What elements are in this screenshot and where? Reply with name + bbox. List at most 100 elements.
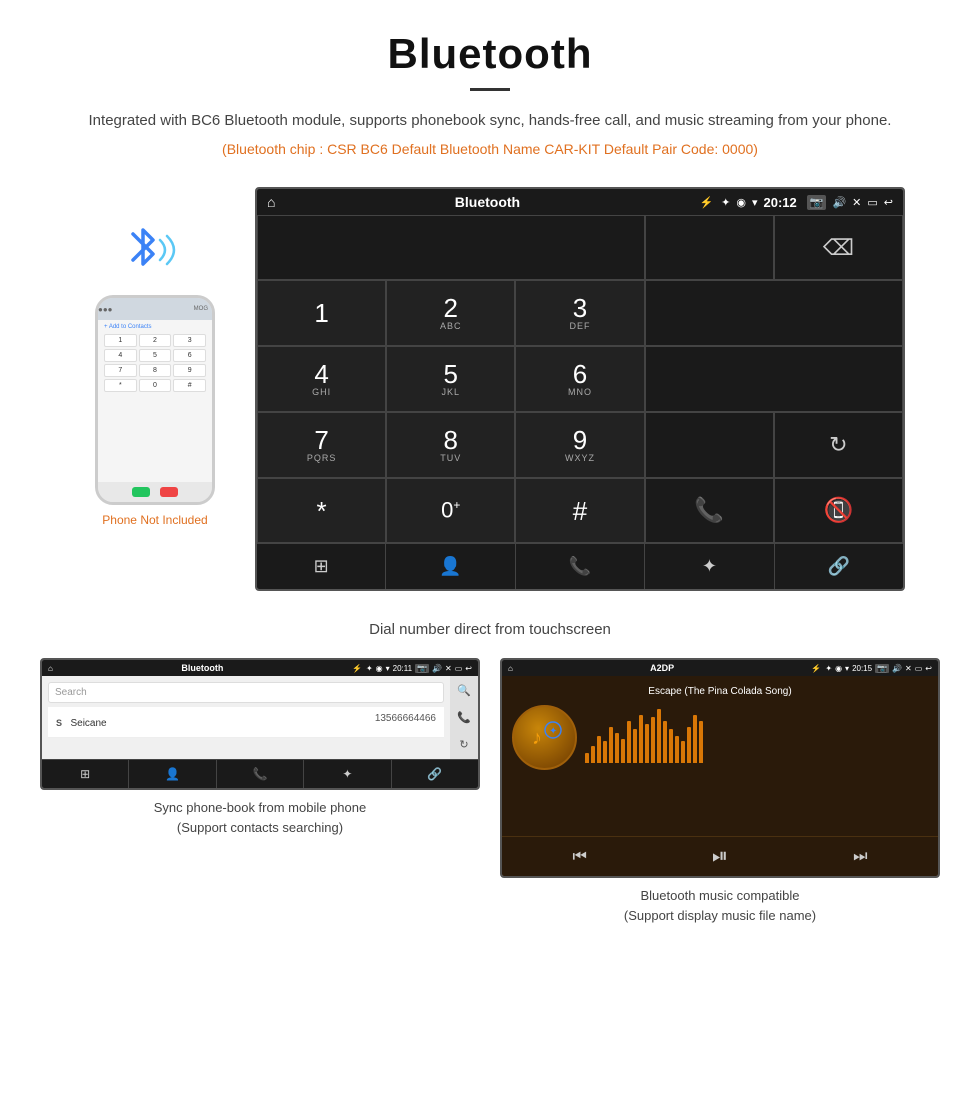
ms-loc-icon: ◉ [835, 664, 842, 673]
dial-key-star[interactable]: * [257, 478, 386, 543]
dial-sub-5: JKL [442, 387, 461, 397]
phone-key-8: 8 [139, 364, 172, 377]
pb-vol-icon: 🔊 [432, 664, 442, 673]
dial-key-0[interactable]: 0+ [386, 478, 515, 543]
ms-win-icon: ▭ [915, 664, 923, 673]
svg-text:♪: ♪ [532, 727, 542, 749]
dial-empty-5 [645, 346, 903, 412]
next-track-button[interactable]: ⏭ [853, 848, 867, 866]
dial-call-green-btn[interactable]: 📞 [645, 478, 774, 543]
ms-bt-icon: ✦ [825, 664, 832, 673]
dial-num-hash: # [573, 498, 587, 524]
ms-status-icons: ✦ ◉ ▾ 20:15 📷 🔊 ✕ ▭ ↩ [825, 664, 932, 673]
vis-bar [687, 727, 691, 763]
page-title: Bluetooth [60, 30, 920, 78]
phonebook-sidebar: 🔍 📞 ↻ [450, 676, 478, 759]
pb-win-icon: ▭ [455, 664, 463, 673]
vis-bar [699, 721, 703, 763]
dial-num-8: 8 [444, 427, 458, 453]
phone-key-7: 7 [104, 364, 137, 377]
dial-caption: Dial number direct from touchscreen [0, 621, 980, 638]
ms-time: 20:15 [852, 664, 872, 673]
dial-key-1[interactable]: 1 [257, 280, 386, 346]
nav-phone[interactable]: 📞 [516, 544, 645, 589]
phone-end-button [160, 487, 178, 497]
nav-link[interactable]: 🔗 [775, 544, 903, 589]
dial-num-star: * [317, 498, 327, 524]
dial-key-3[interactable]: 3 DEF [515, 280, 644, 346]
wifi-waves-icon [155, 222, 185, 272]
bottom-section: ⌂ Bluetooth ⚡ ✦ ◉ ▾ 20:11 📷 🔊 ✕ ▭ ↩ [0, 658, 980, 955]
pb-cam-icon: 📷 [415, 664, 429, 673]
dial-sub-7: PQRS [307, 453, 337, 463]
music-item: ⌂ A2DP ⚡ ✦ ◉ ▾ 20:15 📷 🔊 ✕ ▭ ↩ Escape (T… [500, 658, 940, 925]
location-icon: ◉ [736, 196, 746, 209]
ms-usb-icon: ⚡ [811, 664, 821, 673]
dial-key-4[interactable]: 4 GHI [257, 346, 386, 412]
vis-bar [651, 717, 655, 763]
music-album-art: ♪ ✦ [512, 705, 577, 770]
phone-key-star: * [104, 379, 137, 392]
dial-key-7[interactable]: 7 PQRS [257, 412, 386, 478]
ms-title: A2DP [517, 663, 808, 673]
phonebook-item: ⌂ Bluetooth ⚡ ✦ ◉ ▾ 20:11 📷 🔊 ✕ ▭ ↩ [40, 658, 480, 925]
pb-sidebar-phone-icon: 📞 [457, 711, 471, 724]
pb-nav-phone[interactable]: 📞 [217, 760, 304, 788]
usb-icon: ⚡ [699, 196, 713, 209]
dial-refresh[interactable]: ↻ [774, 412, 903, 478]
prev-track-button[interactable]: ⏮ [573, 848, 587, 866]
vis-bar [645, 724, 649, 762]
dial-key-8[interactable]: 8 TUV [386, 412, 515, 478]
phone-call-button [132, 487, 150, 497]
vis-bar [681, 741, 685, 763]
contact-row: S Seicane [56, 713, 107, 731]
pb-back-icon: ↩ [465, 664, 472, 673]
phonebook-statusbar: ⌂ Bluetooth ⚡ ✦ ◉ ▾ 20:11 📷 🔊 ✕ ▭ ↩ [42, 660, 478, 676]
dial-empty-4 [645, 280, 903, 346]
pb-nav-person[interactable]: 👤 [129, 760, 216, 788]
music-statusbar: ⌂ A2DP ⚡ ✦ ◉ ▾ 20:15 📷 🔊 ✕ ▭ ↩ [502, 660, 938, 676]
status-time: 20:12 [764, 195, 797, 210]
pb-nav-link[interactable]: 🔗 [392, 760, 478, 788]
pb-nav-grid[interactable]: ⊞ [42, 760, 129, 788]
ms-cam-icon: 📷 [875, 664, 889, 673]
play-pause-button[interactable]: ⏯ [712, 845, 728, 868]
pb-home-icon: ⌂ [48, 664, 53, 673]
pb-sidebar-search-icon: 🔍 [457, 684, 471, 697]
nav-person[interactable]: 👤 [386, 544, 515, 589]
dial-key-hash[interactable]: # [515, 478, 644, 543]
phonebook-body: Search S Seicane 13566664466 🔍 📞 ↻ [42, 676, 478, 759]
phone-mockup: ●●● MOG + Add to Contacts 1 2 3 4 5 6 7 … [75, 187, 235, 527]
phone-add-contact-label: + Add to Contacts [104, 324, 206, 330]
pb-status-icons: ✦ ◉ ▾ 20:11 📷 🔊 ✕ ▭ ↩ [366, 664, 472, 673]
dial-call-red-btn[interactable]: 📵 [774, 478, 903, 543]
phone-key-5: 5 [139, 349, 172, 362]
dial-key-2[interactable]: 2 ABC [386, 280, 515, 346]
vis-bar [675, 736, 679, 762]
dial-display[interactable] [645, 215, 774, 280]
phone-key-4: 4 [104, 349, 137, 362]
vis-bar [657, 709, 661, 763]
dial-key-6[interactable]: 6 MNO [515, 346, 644, 412]
dial-key-9[interactable]: 9 WXYZ [515, 412, 644, 478]
page-description: Integrated with BC6 Bluetooth module, su… [60, 109, 920, 133]
ms-vol-icon: 🔊 [892, 664, 902, 673]
nav-bluetooth[interactable]: ✦ [645, 544, 774, 589]
pb-time: 20:11 [393, 664, 412, 673]
dial-num-3: 3 [573, 295, 587, 321]
svg-text:✦: ✦ [549, 726, 557, 737]
vis-bar [621, 739, 625, 763]
dial-sub-6: MNO [568, 387, 592, 397]
pb-nav-bt[interactable]: ✦ [304, 760, 391, 788]
nav-grid[interactable]: ⊞ [257, 544, 386, 589]
vis-bar [633, 729, 637, 763]
phone-key-3: 3 [173, 334, 206, 347]
vis-bar [663, 721, 667, 763]
dial-key-5[interactable]: 5 JKL [386, 346, 515, 412]
phonebook-screen: ⌂ Bluetooth ⚡ ✦ ◉ ▾ 20:11 📷 🔊 ✕ ▭ ↩ [40, 658, 480, 790]
dial-sub-2: ABC [440, 321, 462, 331]
dial-backspace[interactable]: ⌫ [774, 215, 903, 280]
phonebook-search[interactable]: Search [48, 682, 444, 703]
dial-sub-9: WXYZ [565, 453, 595, 463]
music-controls: ⏮ ⏯ ⏭ [502, 836, 938, 876]
